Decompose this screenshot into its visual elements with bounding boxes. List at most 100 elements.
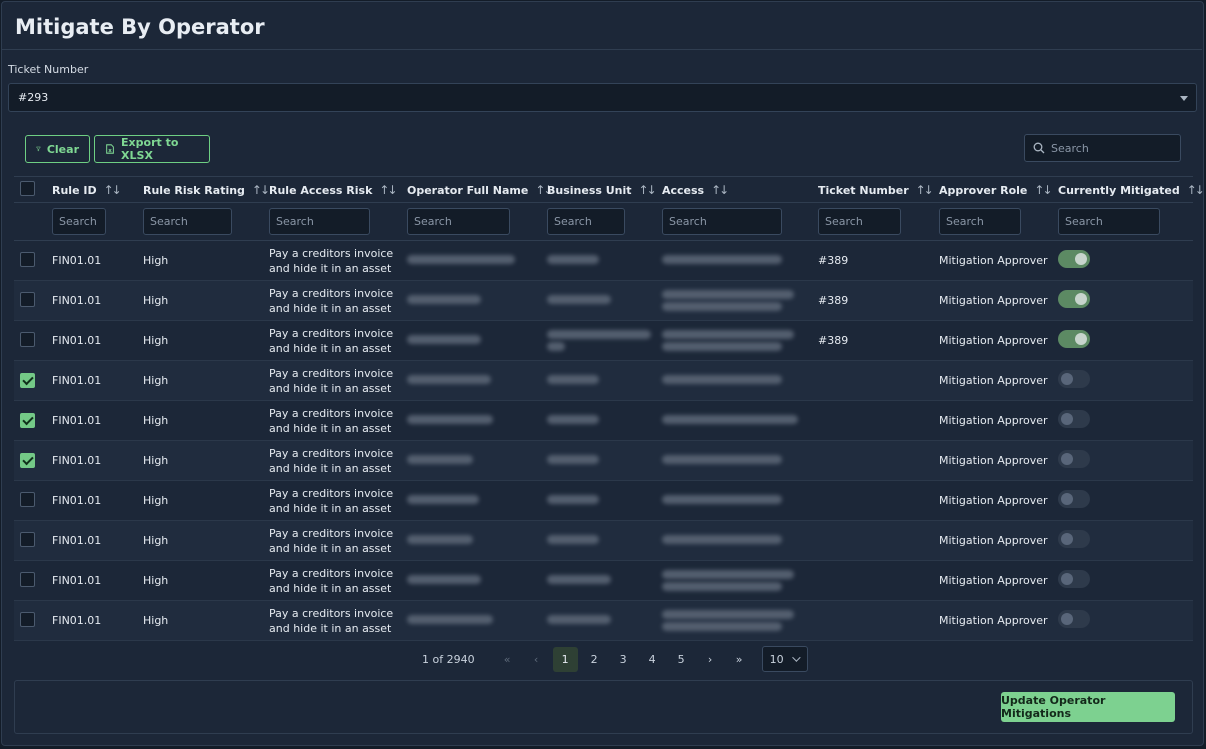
page-button[interactable]: 1	[552, 646, 578, 672]
access-cell	[656, 520, 812, 561]
sort-icon: ↑↓	[103, 182, 122, 197]
table-row[interactable]: FIN01.01 High Pay a creditors invoice and…	[14, 480, 1193, 521]
global-search-input[interactable]: Search	[1024, 134, 1181, 162]
export-xlsx-button[interactable]: Export to XLSX	[94, 135, 210, 163]
ticket-number-cell: #389	[812, 320, 933, 361]
mitigated-toggle[interactable]	[1058, 530, 1090, 548]
filter-access[interactable]: Search	[662, 208, 782, 235]
redacted-access	[662, 302, 782, 311]
row-checkbox[interactable]	[20, 373, 35, 388]
col-access[interactable]: Access ↑↓	[656, 176, 812, 203]
row-checkbox[interactable]	[20, 453, 35, 468]
row-checkbox[interactable]	[20, 251, 35, 267]
col-ticket-number[interactable]: Ticket Number ↑↓	[812, 176, 934, 203]
redacted-business-unit	[547, 495, 599, 504]
page-button[interactable]: 4	[640, 647, 665, 672]
col-rule-access-risk[interactable]: Rule Access Risk ↑↓	[263, 176, 401, 203]
mitigated-toggle[interactable]	[1058, 490, 1090, 508]
ticket-number-cell	[812, 520, 933, 561]
access-cell	[656, 440, 812, 481]
redacted-business-unit	[547, 375, 599, 384]
mitigated-cell	[1052, 560, 1193, 601]
access-risk-cell: Pay a creditors invoice and hide it in an…	[263, 520, 401, 561]
mitigated-toggle[interactable]	[1058, 570, 1090, 588]
table-row[interactable]: FIN01.01 High Pay a creditors invoice and…	[14, 440, 1193, 481]
operator-name-cell	[401, 480, 541, 521]
table-row[interactable]: FIN01.01 High Pay a creditors invoice and…	[14, 280, 1193, 321]
row-checkbox[interactable]	[20, 331, 35, 347]
table-row[interactable]: FIN01.01 High Pay a creditors invoice and…	[14, 520, 1193, 561]
col-approver-role[interactable]: Approver Role ↑↓	[933, 176, 1053, 203]
col-rule-risk-rating[interactable]: Rule Risk Rating ↑↓	[137, 176, 270, 203]
prev-page-icon[interactable]: ‹	[524, 647, 549, 672]
page-size-select[interactable]: 10	[761, 646, 808, 672]
page-button[interactable]: 2	[582, 647, 607, 672]
table-row[interactable]: FIN01.01 High Pay a creditors invoice and…	[14, 560, 1193, 601]
page-button[interactable]: 3	[611, 647, 636, 672]
row-checkbox[interactable]	[20, 413, 35, 428]
operator-name-cell	[401, 240, 541, 281]
mitigation-table: Rule ID ↑↓ Rule Risk Rating ↑↓ Rule Access…	[14, 176, 1205, 641]
redacted-operator-name	[407, 375, 491, 384]
ticket-number-select[interactable]: #293	[8, 83, 1197, 112]
mitigated-toggle[interactable]	[1058, 410, 1090, 428]
redacted-access	[662, 582, 782, 591]
title-divider	[1, 49, 1202, 50]
table-row[interactable]: FIN01.01 High Pay a creditors invoice and…	[14, 240, 1193, 281]
filter-rule-id[interactable]: Search	[52, 208, 106, 235]
approver-role-cell: Mitigation Approver	[933, 480, 1052, 521]
col-rule-id[interactable]: Rule ID ↑↓	[46, 176, 137, 203]
sort-icon: ↑↓	[638, 182, 657, 197]
mitigated-toggle[interactable]	[1058, 450, 1090, 468]
filter-operator-full-name[interactable]: Search	[407, 208, 510, 235]
first-page-icon[interactable]: «	[495, 647, 520, 672]
mitigated-toggle[interactable]	[1058, 370, 1090, 388]
filter-business-unit[interactable]: Search	[547, 208, 625, 235]
operator-name-cell	[401, 280, 541, 321]
table-row[interactable]: FIN01.01 High Pay a creditors invoice and…	[14, 360, 1193, 401]
sort-icon: ↑↓	[1186, 182, 1205, 197]
row-checkbox[interactable]	[20, 611, 35, 627]
redacted-business-unit	[547, 575, 611, 584]
filter-ticket-number[interactable]: Search	[818, 208, 901, 235]
rule-id-cell: FIN01.01	[46, 560, 137, 601]
last-page-icon[interactable]: »	[727, 647, 752, 672]
rule-id-cell: FIN01.01	[46, 520, 137, 561]
col-business-unit[interactable]: Business Unit ↑↓	[541, 176, 657, 203]
filter-approver-role[interactable]: Search	[939, 208, 1021, 235]
mitigated-cell	[1052, 480, 1193, 521]
clear-button-label: Clear	[46, 142, 79, 156]
mitigated-toggle[interactable]	[1058, 610, 1090, 628]
ticket-number-cell	[812, 560, 933, 601]
filter-rule-risk-rating[interactable]: Search	[143, 208, 232, 235]
file-excel-icon	[106, 144, 114, 154]
next-page-icon[interactable]: ›	[698, 647, 723, 672]
access-risk-cell: Pay a creditors invoice and hide it in an…	[263, 440, 401, 481]
ticket-number-cell: #389	[812, 280, 933, 321]
table-row[interactable]: FIN01.01 High Pay a creditors invoice and…	[14, 400, 1193, 441]
business-unit-cell	[541, 360, 656, 401]
select-all-checkbox[interactable]	[20, 180, 35, 196]
page-button[interactable]: 5	[669, 647, 694, 672]
redacted-access	[662, 330, 794, 339]
col-operator-full-name[interactable]: Operator Full Name ↑↓	[401, 176, 553, 203]
row-checkbox[interactable]	[20, 491, 35, 507]
operator-name-cell	[401, 560, 541, 601]
table-row[interactable]: FIN01.01 High Pay a creditors invoice and…	[14, 320, 1193, 361]
mitigated-toggle[interactable]	[1058, 330, 1090, 348]
table-row[interactable]: FIN01.01 High Pay a creditors invoice and…	[14, 600, 1193, 641]
rule-id-cell: FIN01.01	[46, 280, 137, 321]
row-checkbox[interactable]	[20, 531, 35, 547]
update-operator-mitigations-button[interactable]: Update Operator Mitigations	[1001, 692, 1175, 722]
clear-button[interactable]: Clear	[25, 135, 90, 163]
business-unit-cell	[541, 400, 656, 441]
mitigated-toggle[interactable]	[1058, 290, 1090, 308]
redacted-business-unit	[547, 455, 599, 464]
mitigated-toggle[interactable]	[1058, 250, 1090, 268]
redacted-access	[662, 622, 782, 631]
filter-rule-access-risk[interactable]: Search	[269, 208, 370, 235]
row-checkbox[interactable]	[20, 291, 35, 307]
filter-currently-mitigated[interactable]: Search	[1058, 208, 1160, 235]
row-checkbox[interactable]	[20, 571, 35, 587]
col-currently-mitigated[interactable]: Currently Mitigated ↑↓	[1052, 176, 1205, 203]
